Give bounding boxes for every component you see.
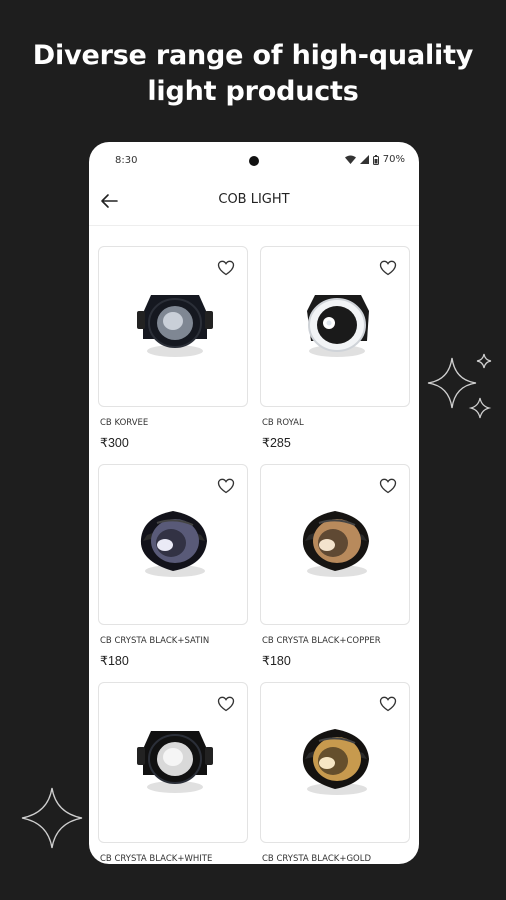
app-bar: COB LIGHT xyxy=(89,178,419,226)
favorite-heart-icon[interactable] xyxy=(379,259,397,277)
favorite-heart-icon[interactable] xyxy=(217,259,235,277)
signal-icon xyxy=(359,155,369,164)
product-photo xyxy=(302,511,369,577)
page-title: COB LIGHT xyxy=(218,192,290,207)
product-name: CB ROYAL xyxy=(262,418,304,428)
sparkle-icon xyxy=(427,353,492,419)
status-bar: 8:30 70% xyxy=(89,142,419,178)
product-price: ₹180 xyxy=(262,654,291,668)
product-image-box xyxy=(260,246,410,407)
product-photo xyxy=(140,511,207,577)
status-icons: 70% xyxy=(344,154,405,165)
product-card[interactable]: CB KORVEE ₹300 xyxy=(98,246,248,456)
product-image-box xyxy=(98,464,248,625)
product-image-box xyxy=(260,464,410,625)
favorite-heart-icon[interactable] xyxy=(217,695,235,713)
sparkle-icon xyxy=(21,787,83,849)
product-name: CB CRYSTA BLACK+SATIN xyxy=(100,636,210,646)
product-name: CB CRYSTA BLACK+COPPER xyxy=(262,636,381,646)
product-photo xyxy=(302,729,369,795)
battery-icon xyxy=(372,154,379,165)
product-photo xyxy=(137,295,213,357)
headline-line-1: Diverse range of high-quality xyxy=(32,40,474,71)
product-photo xyxy=(307,295,369,357)
product-card[interactable]: CB CRYSTA BLACK+COPPER ₹180 xyxy=(260,464,410,674)
camera-cutout xyxy=(249,156,259,166)
product-price: ₹285 xyxy=(262,436,291,450)
product-price: ₹300 xyxy=(100,436,129,450)
headline-line-2: light products xyxy=(147,76,359,107)
product-card[interactable]: CB CRYSTA BLACK+WHITE₹180 xyxy=(98,682,248,864)
status-time: 8:30 xyxy=(115,155,138,166)
product-price: ₹180 xyxy=(100,654,129,668)
product-card[interactable]: CB CRYSTA BLACK+SATIN ₹180 xyxy=(98,464,248,674)
product-card[interactable]: CB CRYSTA BLACK+GOLD₹180 xyxy=(260,682,410,864)
favorite-heart-icon[interactable] xyxy=(379,477,397,495)
favorite-heart-icon[interactable] xyxy=(379,695,397,713)
product-card[interactable]: CB ROYAL ₹285 xyxy=(260,246,410,456)
product-name: CB CRYSTA BLACK+GOLD xyxy=(262,854,372,864)
product-photo xyxy=(137,731,213,793)
product-name: CB CRYSTA BLACK+WHITE xyxy=(100,854,213,864)
headline: Diverse range of high-quality light prod… xyxy=(0,38,506,110)
product-image-box xyxy=(98,682,248,843)
phone-screen: 8:30 70% COB LIGHT CB KORVEE ₹300 CB ROYAL… xyxy=(89,142,419,864)
favorite-heart-icon[interactable] xyxy=(217,477,235,495)
product-image-box xyxy=(98,246,248,407)
battery-percent: 70% xyxy=(382,154,405,165)
product-image-box xyxy=(260,682,410,843)
product-name: CB KORVEE xyxy=(100,418,149,428)
wifi-icon xyxy=(344,155,356,164)
